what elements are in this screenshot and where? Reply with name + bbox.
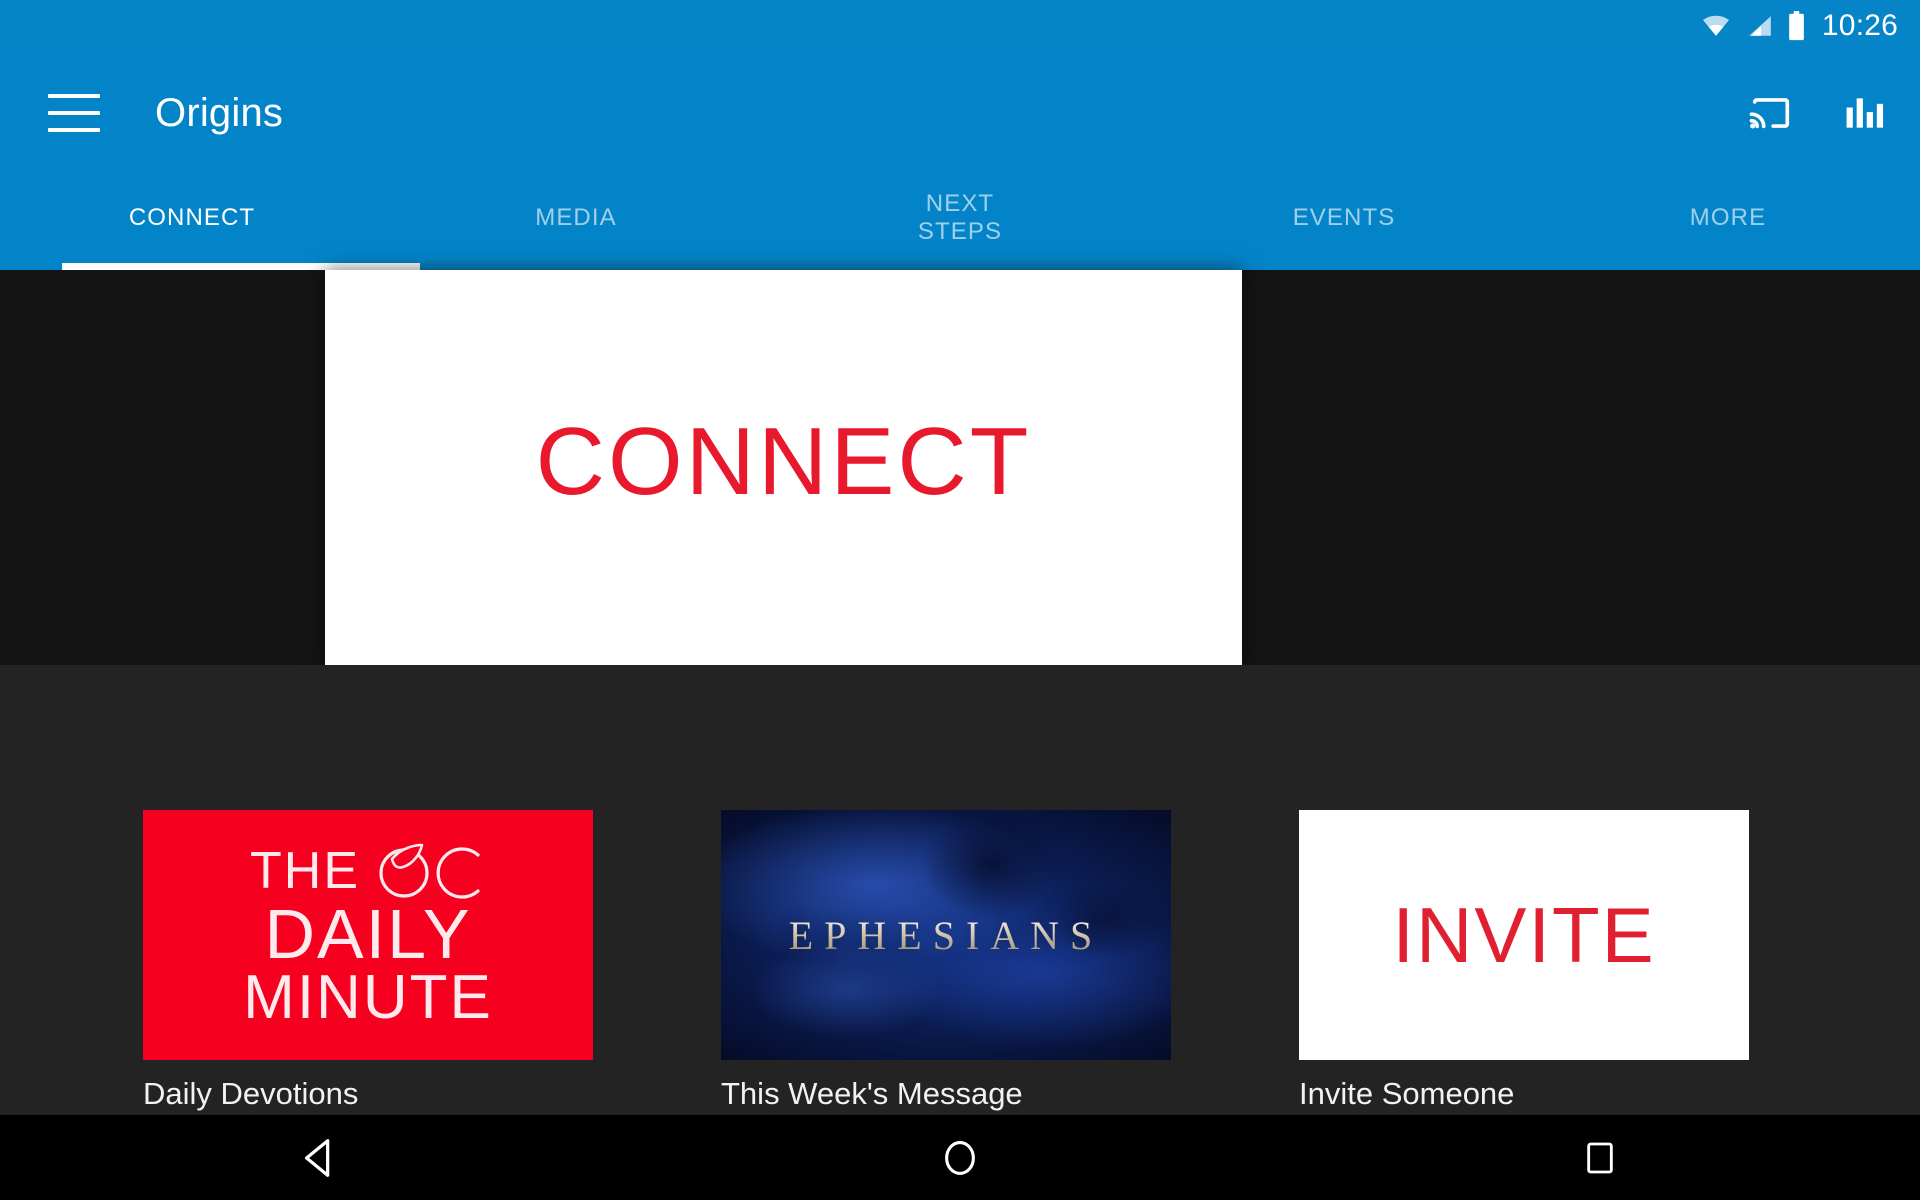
page-title: Origins [155, 90, 284, 135]
tab-connect[interactable]: CONNECT [0, 174, 384, 270]
tab-events[interactable]: EVENTS [1152, 174, 1536, 270]
back-button[interactable] [260, 1115, 380, 1200]
thumbnail-ephesians: EPHESIANS [721, 810, 1171, 1060]
status-bar-time: 10:26 [1821, 9, 1898, 42]
card-label: This Week's Message [721, 1076, 1023, 1111]
tab-bar: CONNECT MEDIA NEXT STEPS EVENTS MORE [0, 174, 1920, 270]
ephesians-title: EPHESIANS [788, 912, 1104, 958]
android-nav-bar [0, 1115, 1920, 1200]
equalizer-icon[interactable] [1842, 90, 1886, 136]
card-label: Daily Devotions [143, 1076, 359, 1111]
tab-active-indicator [62, 263, 420, 270]
cellular-signal-icon [1745, 13, 1775, 39]
app-bar: Origins CONNECT MEDIA NEXT STEPS EVENTS … [0, 52, 1920, 270]
app-bar-actions [1744, 90, 1886, 136]
card-label: Invite Someone [1299, 1076, 1515, 1111]
recents-button[interactable] [1540, 1115, 1660, 1200]
hamburger-menu-icon[interactable] [48, 94, 100, 132]
card-daily-devotions[interactable]: THE DAILY MINUTE Daily Devotions [143, 810, 593, 1112]
tab-more[interactable]: MORE [1536, 174, 1920, 270]
oc-logo-line-2: DAILY [264, 894, 472, 973]
invite-title: INVITE [1392, 890, 1656, 979]
wifi-icon [1699, 13, 1733, 39]
hero-banner-text: CONNECT [535, 407, 1032, 515]
battery-icon [1787, 11, 1806, 41]
oc-logo-line-1: THE [243, 843, 493, 901]
card-invite-someone[interactable]: INVITE Invite Someone [1299, 810, 1749, 1112]
hero-banner-card[interactable]: CONNECT [325, 270, 1242, 665]
oc-logo: THE DAILY MINUTE [243, 843, 493, 1028]
content-area: THE DAILY MINUTE Daily Devotions EPHESIA… [0, 665, 1920, 1115]
card-this-weeks-message[interactable]: EPHESIANS This Week's Message [721, 810, 1171, 1112]
hero-section: CONNECT [0, 270, 1920, 665]
tab-media[interactable]: MEDIA [384, 174, 768, 270]
thumbnail-invite: INVITE [1299, 810, 1749, 1060]
thumbnail-oc-daily-minute: THE DAILY MINUTE [143, 810, 593, 1060]
app-bar-top: Origins [0, 52, 1920, 174]
card-grid: THE DAILY MINUTE Daily Devotions EPHESIA… [143, 810, 1749, 1112]
cast-icon[interactable] [1744, 90, 1798, 136]
oc-logo-line-3: MINUTE [243, 962, 493, 1032]
oc-logo-the: THE [250, 841, 360, 900]
app-root: 10:26 Origins CONNECT MEDIA NEXT STEPS E… [0, 0, 1920, 1200]
oc-logo-mark [374, 843, 486, 901]
home-button[interactable] [900, 1115, 1020, 1200]
tab-next-steps[interactable]: NEXT STEPS [768, 174, 1152, 270]
status-bar: 10:26 [0, 0, 1920, 52]
